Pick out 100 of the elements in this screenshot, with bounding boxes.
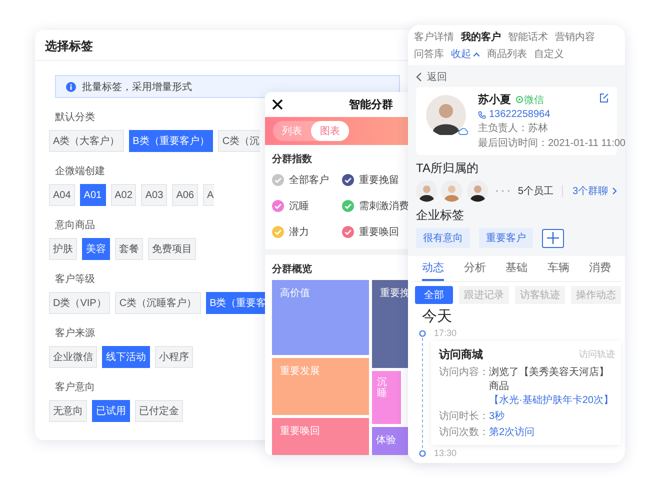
tag-option[interactable]: 护肤 — [49, 238, 77, 260]
staff-count: 5个员工 — [518, 185, 554, 198]
section-title: 分群概览 — [272, 262, 312, 276]
field-highlight: 第2次访问 — [489, 426, 535, 439]
detail-tab[interactable]: 消费 — [589, 260, 611, 281]
phone-icon — [478, 110, 486, 118]
cloud-icon — [458, 127, 468, 135]
nav-tab[interactable]: 营销内容 — [555, 30, 595, 44]
tag-option[interactable]: 小程序 — [155, 346, 193, 368]
treemap-tile: 高价值 — [272, 280, 369, 355]
treemap-tile: 重要发展 — [272, 358, 369, 415]
nav-tab[interactable]: 商品列表 — [487, 47, 527, 61]
tag-option[interactable]: 无意向 — [49, 400, 87, 422]
tag-option[interactable]: 已试用 — [92, 400, 130, 422]
group-chats-link[interactable]: 3个群聊 — [572, 184, 617, 198]
time-label: 17:30 — [434, 328, 457, 338]
chevron-left-icon — [416, 72, 422, 82]
phone-number: 13622258964 — [489, 109, 550, 120]
view-tab[interactable]: 图表 — [311, 121, 349, 141]
check-icon[interactable] — [342, 226, 354, 238]
treemap-tile: 体验 — [372, 427, 408, 455]
avatar — [466, 180, 488, 202]
card-type: 访问轨迹 — [579, 348, 615, 361]
nav-tab[interactable]: 智能话术 — [508, 30, 548, 44]
check-icon[interactable] — [342, 174, 354, 186]
tag-option[interactable]: A06 — [172, 184, 198, 206]
group-label: 客户意向 — [55, 381, 95, 395]
field-value: 浏览了【美秀美容天河店】商品 — [489, 366, 610, 393]
edit-button[interactable] — [599, 93, 609, 103]
timeline-dot-icon — [419, 330, 426, 336]
tag-option[interactable]: 线下活动 — [102, 346, 150, 368]
add-tag-button[interactable] — [542, 228, 564, 248]
channel-tag: 微信 — [516, 92, 544, 106]
treemap-tile: 沉睡 — [372, 371, 401, 424]
nav-tab[interactable]: 客户详情 — [414, 30, 454, 44]
detail-tab[interactable]: 动态 — [422, 260, 444, 281]
check-icon[interactable] — [272, 174, 284, 186]
tag-option[interactable]: C类（沉 — [218, 130, 260, 152]
day-heading: 今天 — [422, 307, 453, 326]
legend-label: 重要唤回 — [359, 226, 399, 239]
group-label: 意向商品 — [55, 219, 95, 233]
group-label: 客户来源 — [55, 327, 95, 341]
owner-text: 主负责人：苏林 — [478, 122, 549, 135]
detail-tab[interactable]: 基础 — [506, 260, 528, 281]
tag-option[interactable]: 美容 — [82, 238, 110, 260]
wechat-icon — [516, 96, 523, 103]
more-icon — [495, 189, 511, 193]
customer-tag: 重要客户 — [479, 228, 533, 248]
collapse-link[interactable]: 收起 — [451, 47, 480, 61]
plus-icon — [547, 232, 559, 244]
tag-option[interactable]: C类（沉睡客户） — [115, 292, 201, 314]
section-title: 企业标签 — [416, 207, 465, 224]
tag-option[interactable]: A02 — [110, 184, 136, 206]
legend-label: 全部客户 — [289, 174, 329, 187]
detail-tab[interactable]: 分析 — [464, 260, 486, 281]
tag-option[interactable]: B类（重要客 — [206, 292, 266, 314]
customer-name: 苏小夏 — [478, 92, 511, 107]
check-icon[interactable] — [272, 226, 284, 238]
field-highlight: 3秒 — [489, 410, 505, 423]
field-label: 访问次数： — [439, 426, 489, 439]
tag-option[interactable]: A04 — [49, 184, 75, 206]
legend-label: 沉睡 — [289, 200, 309, 213]
avatar — [426, 95, 466, 135]
chevron-right-icon — [612, 187, 617, 195]
time-label: 13:30 — [434, 448, 457, 458]
close-icon — [272, 99, 283, 110]
check-icon[interactable] — [342, 200, 354, 212]
tag-option[interactable]: D类（VIP） — [49, 292, 110, 314]
back-link[interactable]: 返回 — [416, 69, 447, 85]
tag-option[interactable]: A03 — [141, 184, 168, 206]
nav-tab[interactable]: 问答库 — [414, 47, 444, 61]
avatar — [416, 180, 438, 202]
check-icon[interactable] — [272, 200, 284, 212]
tag-option[interactable]: 免费项目 — [148, 238, 196, 260]
notice-text: 批量标签，采用增量形式 — [82, 80, 192, 94]
section-title: 分群指数 — [272, 152, 312, 166]
chevron-up-icon — [473, 52, 480, 56]
nav-tab[interactable]: 自定义 — [534, 47, 564, 61]
nav-tab[interactable]: 我的客户 — [461, 30, 501, 44]
tag-option[interactable]: A — [202, 184, 214, 206]
tag-option[interactable]: A类（大客户） — [49, 130, 124, 152]
treemap-tile: 重要唤回 — [272, 418, 369, 455]
customer-tag: 很有意向 — [416, 228, 470, 248]
edit-icon — [599, 93, 609, 103]
filter-chip[interactable]: 全部 — [415, 286, 453, 304]
field-label: 访问内容： — [439, 366, 489, 380]
tag-option[interactable]: 已付定金 — [135, 400, 183, 422]
field-label: 访问时长： — [439, 410, 489, 423]
field-highlight: 【水光·基础护肤年卡20次】 — [489, 394, 614, 407]
group-label: 企微端创建 — [55, 165, 105, 179]
group-label: 默认分类 — [55, 111, 95, 125]
tag-option[interactable]: B类（重要客户） — [128, 130, 214, 152]
section-title: TA所归属的 — [416, 160, 480, 177]
info-icon — [66, 82, 76, 92]
detail-tab[interactable]: 车辆 — [547, 260, 570, 281]
close-button[interactable] — [272, 99, 283, 110]
tag-option[interactable]: A01 — [80, 184, 106, 206]
tag-option[interactable]: 套餐 — [115, 238, 143, 260]
group-label: 客户等级 — [55, 273, 95, 287]
tag-option[interactable]: 企业微信 — [49, 346, 97, 368]
